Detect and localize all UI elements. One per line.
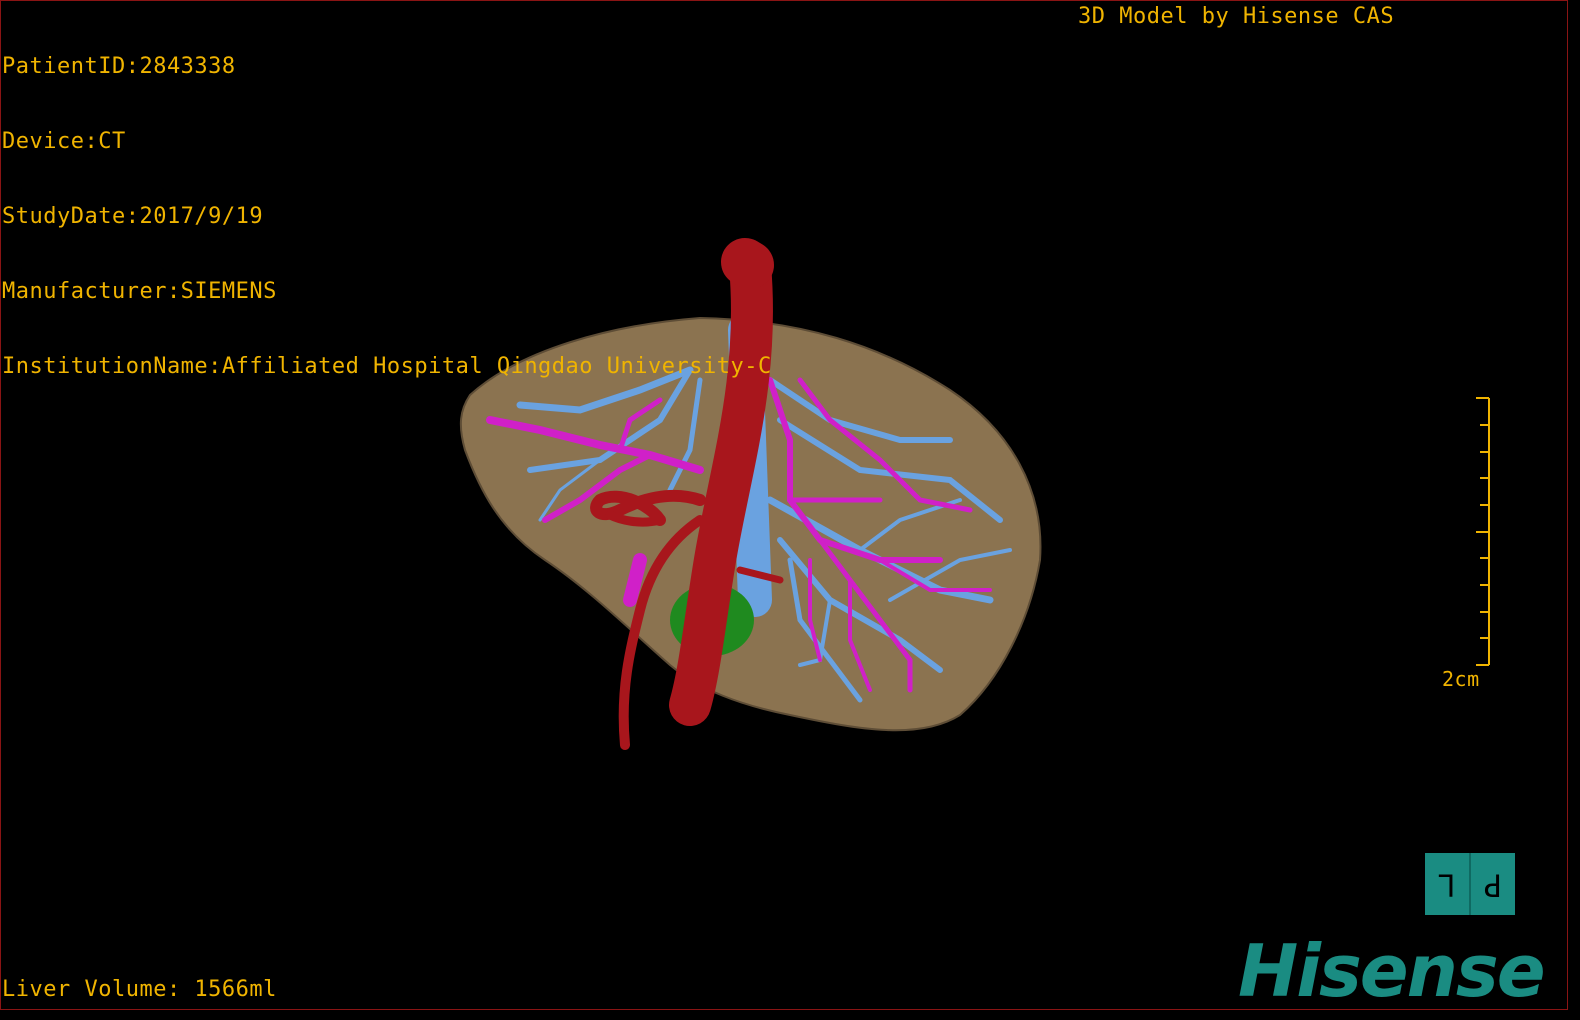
scale-bar-label: 2cm — [1442, 667, 1480, 691]
liver-volume-text: Liver Volume: 1566ml — [2, 977, 277, 1002]
institution-text: InstitutionName:Affiliated Hospital Qing… — [2, 354, 772, 379]
orientation-left-glyph: L — [1438, 866, 1456, 902]
manufacturer-text: Manufacturer:SIEMENS — [2, 279, 277, 304]
orientation-right-glyph: P — [1483, 866, 1503, 902]
study-date-text: StudyDate:2017/9/19 — [2, 204, 264, 229]
orientation-face-left[interactable]: L — [1425, 853, 1471, 915]
orientation-cube[interactable]: L P — [1425, 853, 1515, 915]
hisense-logo: Hisense — [1238, 929, 1546, 1013]
device-text: Device:CT — [2, 129, 126, 154]
patient-info-overlay: PatientID:2843338 Device:CT StudyDate:20… — [2, 4, 772, 404]
orientation-face-right[interactable]: P — [1471, 853, 1515, 915]
model-credit-text: 3D Model by Hisense CAS — [1078, 4, 1395, 29]
patient-id-text: PatientID:2843338 — [2, 54, 236, 79]
scale-bar — [1476, 397, 1490, 666]
